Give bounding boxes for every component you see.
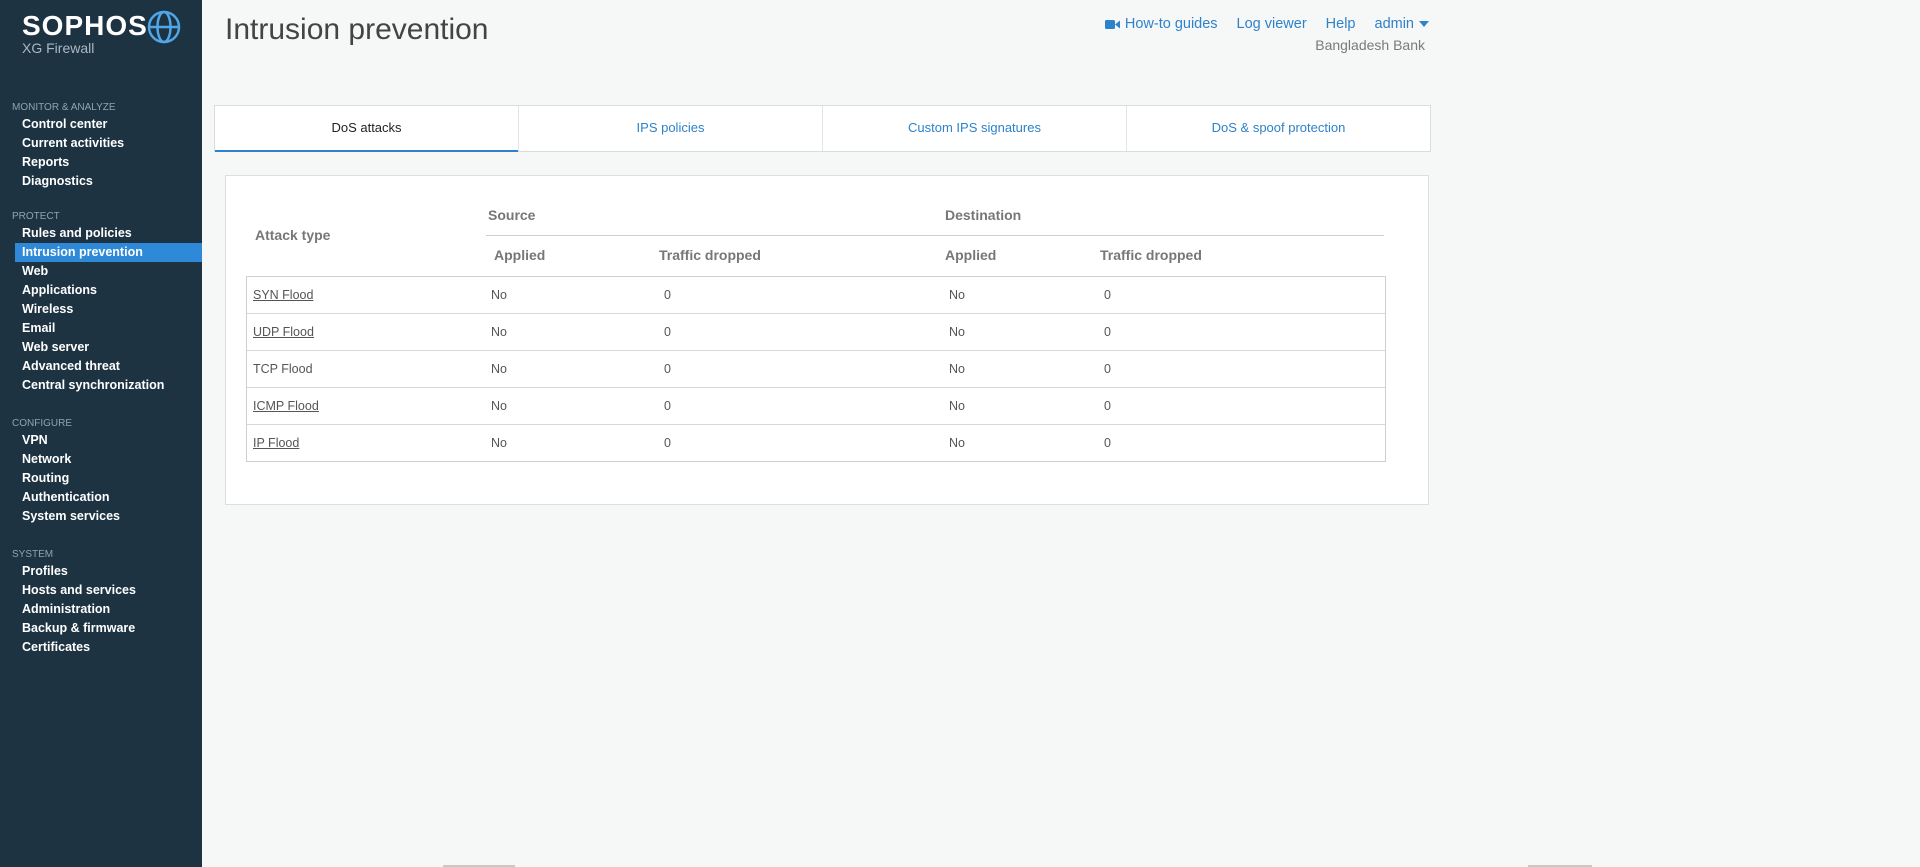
attack-name-tcp-flood: TCP Flood: [253, 362, 313, 376]
sidebar-item-backup-firmware[interactable]: Backup & firmware: [0, 619, 202, 638]
caret-down-icon: [1419, 21, 1429, 27]
source-applied-value: No: [491, 288, 507, 302]
how-to-guides-link[interactable]: How-to guides: [1104, 16, 1218, 32]
sidebar-item-advanced-threat[interactable]: Advanced threat: [0, 357, 202, 376]
nav-header-system: SYSTEM: [12, 549, 54, 560]
admin-user-label: admin: [1374, 16, 1415, 32]
attack-type-header: Attack type: [255, 227, 331, 243]
sidebar-item-rules-and-policies[interactable]: Rules and policies: [0, 224, 202, 243]
destination-dropped-value: 0: [1104, 325, 1111, 339]
destination-applied-value: No: [949, 399, 965, 413]
nav-header-monitor: MONITOR & ANALYZE: [12, 102, 116, 113]
sidebar-item-authentication[interactable]: Authentication: [0, 488, 202, 507]
source-dropped-value: 0: [664, 325, 671, 339]
sidebar-item-hosts-and-services[interactable]: Hosts and services: [0, 581, 202, 600]
globe-icon: [147, 10, 181, 44]
table-row: UDP Flood No 0 No 0: [247, 314, 1385, 351]
brand-logo-text: SOPHOS: [22, 10, 148, 41]
sidebar-item-system-services[interactable]: System services: [0, 507, 202, 526]
destination-applied-value: No: [949, 325, 965, 339]
sidebar-item-central-synchronization[interactable]: Central synchronization: [0, 376, 202, 395]
sidebar-item-administration[interactable]: Administration: [0, 600, 202, 619]
sidebar-item-diagnostics[interactable]: Diagnostics: [0, 172, 202, 191]
nav-header-configure: CONFIGURE: [12, 418, 72, 429]
dos-attacks-panel: Attack type Source Destination Applied T…: [225, 175, 1429, 505]
source-dropped-value: 0: [664, 288, 671, 302]
source-applied-value: No: [491, 362, 507, 376]
source-dropped-value: 0: [664, 436, 671, 450]
source-dropped-value: 0: [664, 362, 671, 376]
destination-dropped-value: 0: [1104, 436, 1111, 450]
source-traffic-dropped-header: Traffic dropped: [659, 247, 761, 263]
source-applied-value: No: [491, 399, 507, 413]
attack-link-ip-flood[interactable]: IP Flood: [253, 425, 299, 461]
page-title: Intrusion prevention: [225, 13, 489, 46]
table-row: ICMP Flood No 0 No 0: [247, 388, 1385, 425]
attack-link-syn-flood[interactable]: SYN Flood: [253, 277, 313, 313]
sidebar-item-routing[interactable]: Routing: [0, 469, 202, 488]
attack-link-udp-flood[interactable]: UDP Flood: [253, 314, 314, 350]
sidebar-item-network[interactable]: Network: [0, 450, 202, 469]
brand: SOPHOS XG Firewall: [22, 8, 148, 56]
nav-section-system: SYSTEM Profiles Hosts and services Admin…: [0, 548, 202, 657]
destination-applied-value: No: [949, 362, 965, 376]
organization-name: Bangladesh Bank: [1315, 37, 1425, 53]
attack-table: SYN Flood No 0 No 0 UDP Flood No 0 No 0 …: [246, 276, 1386, 462]
admin-user-menu[interactable]: admin: [1374, 16, 1429, 32]
sidebar-item-profiles[interactable]: Profiles: [0, 562, 202, 581]
destination-applied-header: Applied: [945, 247, 997, 263]
source-applied-header: Applied: [494, 247, 546, 263]
tab-dos-spoof-protection[interactable]: DoS & spoof protection: [1127, 106, 1430, 151]
sidebar-item-web-server[interactable]: Web server: [0, 338, 202, 357]
sidebar-item-current-activities[interactable]: Current activities: [0, 134, 202, 153]
sidebar: SOPHOS XG Firewall MONITOR & ANALYZE Con…: [0, 0, 202, 867]
sidebar-item-email[interactable]: Email: [0, 319, 202, 338]
sidebar-item-vpn[interactable]: VPN: [0, 431, 202, 450]
destination-dropped-value: 0: [1104, 399, 1111, 413]
attack-link-icmp-flood[interactable]: ICMP Flood: [253, 388, 319, 424]
sidebar-item-applications[interactable]: Applications: [0, 281, 202, 300]
destination-dropped-value: 0: [1104, 288, 1111, 302]
table-row: SYN Flood No 0 No 0: [247, 277, 1385, 314]
how-to-guides-label: How-to guides: [1124, 16, 1218, 32]
destination-traffic-dropped-header: Traffic dropped: [1100, 247, 1202, 263]
destination-applied-value: No: [949, 288, 965, 302]
nav-header-protect: PROTECT: [12, 211, 60, 222]
destination-dropped-value: 0: [1104, 362, 1111, 376]
source-applied-value: No: [491, 325, 507, 339]
source-applied-value: No: [491, 436, 507, 450]
nav-section-protect: PROTECT Rules and policies Intrusion pre…: [0, 210, 202, 395]
header-divider: [486, 235, 1384, 236]
sidebar-item-reports[interactable]: Reports: [0, 153, 202, 172]
tab-bar: DoS attacks IPS policies Custom IPS sign…: [214, 105, 1431, 152]
nav-section-monitor: MONITOR & ANALYZE Control center Current…: [0, 101, 202, 191]
source-dropped-value: 0: [664, 399, 671, 413]
nav-section-configure: CONFIGURE VPN Network Routing Authentica…: [0, 417, 202, 526]
tab-dos-attacks[interactable]: DoS attacks: [215, 106, 519, 152]
video-camera-icon: [1104, 19, 1120, 29]
destination-header: Destination: [945, 207, 1022, 223]
source-header: Source: [488, 207, 536, 223]
top-navigation: How-to guides Log viewer Help admin: [1086, 16, 1429, 32]
help-link[interactable]: Help: [1326, 16, 1356, 32]
destination-applied-value: No: [949, 436, 965, 450]
tab-ips-policies[interactable]: IPS policies: [519, 106, 823, 151]
table-row: IP Flood No 0 No 0: [247, 425, 1385, 461]
log-viewer-link[interactable]: Log viewer: [1237, 16, 1307, 32]
sidebar-item-control-center[interactable]: Control center: [0, 115, 202, 134]
sidebar-item-wireless[interactable]: Wireless: [0, 300, 202, 319]
tab-custom-ips-signatures[interactable]: Custom IPS signatures: [823, 106, 1127, 151]
sidebar-item-web[interactable]: Web: [0, 262, 202, 281]
table-row: TCP Flood No 0 No 0: [247, 351, 1385, 388]
sidebar-item-certificates[interactable]: Certificates: [0, 638, 202, 657]
sidebar-item-intrusion-prevention[interactable]: Intrusion prevention: [15, 243, 202, 262]
